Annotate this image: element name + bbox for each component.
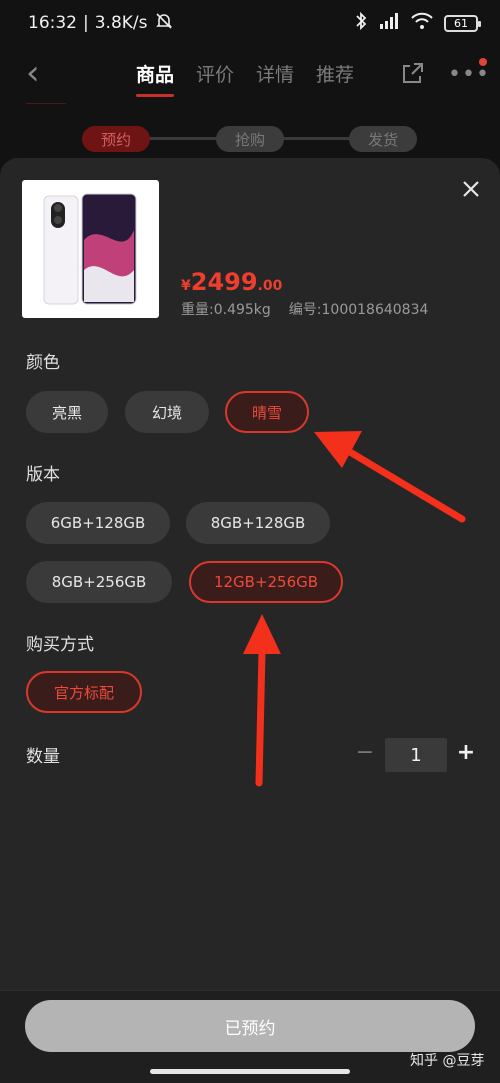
version-label: 版本 xyxy=(26,465,60,485)
back-icon[interactable]: ‹ xyxy=(26,56,40,90)
version-option-8-256[interactable]: 8GB+256GB xyxy=(26,561,172,603)
watermark: 知乎 @豆芽 xyxy=(410,1053,485,1069)
reserved-button[interactable]: 已预约 xyxy=(25,1000,475,1052)
purchase-option-official[interactable]: 官方标配 xyxy=(26,671,142,713)
product-weight: 重量:0.495kg xyxy=(181,302,271,318)
quantity-label: 数量 xyxy=(26,747,60,767)
price-currency: ¥ xyxy=(181,278,191,294)
reservation-progress: 预约 抢购 发货 xyxy=(0,124,500,152)
status-time: 16:32 xyxy=(28,13,77,33)
step-reserve: 预约 xyxy=(82,126,150,152)
color-option-snow[interactable]: 晴雪 xyxy=(225,391,309,433)
product-price: ¥ 2499 .00 xyxy=(181,268,282,296)
version-option-6-128[interactable]: 6GB+128GB xyxy=(26,502,170,544)
quantity-input[interactable]: 1 xyxy=(385,738,447,772)
tab-reviews[interactable]: 评价 xyxy=(196,60,234,87)
tab-details[interactable]: 详情 xyxy=(256,60,294,87)
home-indicator[interactable] xyxy=(150,1069,350,1074)
price-integer: 2499 xyxy=(190,268,258,296)
divider xyxy=(26,103,66,104)
status-divider: | xyxy=(83,13,89,33)
battery-level: 61 xyxy=(454,16,468,30)
bluetooth-icon xyxy=(354,11,368,36)
quantity-increase-button[interactable]: + xyxy=(456,740,476,768)
product-image xyxy=(22,180,159,318)
notification-dot xyxy=(479,58,487,66)
tab-product[interactable]: 商品 xyxy=(136,60,175,97)
status-speed: 3.8K/s xyxy=(94,13,148,33)
nav-tabs: 商品 评价 详情 推荐 xyxy=(136,60,354,97)
tab-recommend[interactable]: 推荐 xyxy=(316,60,354,87)
color-option-illusion[interactable]: 幻境 xyxy=(125,391,209,433)
quantity-decrease-button[interactable]: − xyxy=(355,740,375,768)
wifi-icon xyxy=(410,12,434,35)
price-decimal: .00 xyxy=(257,278,283,294)
color-label: 颜色 xyxy=(26,353,60,373)
signal-icon xyxy=(378,12,400,35)
version-option-12-256[interactable]: 12GB+256GB xyxy=(189,561,343,603)
step-rush-buy: 抢购 xyxy=(216,126,284,152)
battery-icon: 61 xyxy=(444,14,481,32)
purchase-method-label: 购买方式 xyxy=(26,635,94,655)
version-option-8-128[interactable]: 8GB+128GB xyxy=(186,502,330,544)
mute-alarm-icon xyxy=(154,11,174,36)
nav-bar: ‹ 商品 评价 详情 推荐 ••• xyxy=(0,50,500,98)
color-option-black[interactable]: 亮黑 xyxy=(26,391,108,433)
step-ship: 发货 xyxy=(349,126,417,152)
product-sku: 编号:100018640834 xyxy=(288,302,429,318)
share-icon[interactable] xyxy=(400,60,426,86)
product-meta: 重量:0.495kg 编号:100018640834 xyxy=(181,299,428,319)
close-icon[interactable] xyxy=(458,176,484,202)
status-bar: 16:32 | 3.8K/s 61 xyxy=(0,0,500,46)
